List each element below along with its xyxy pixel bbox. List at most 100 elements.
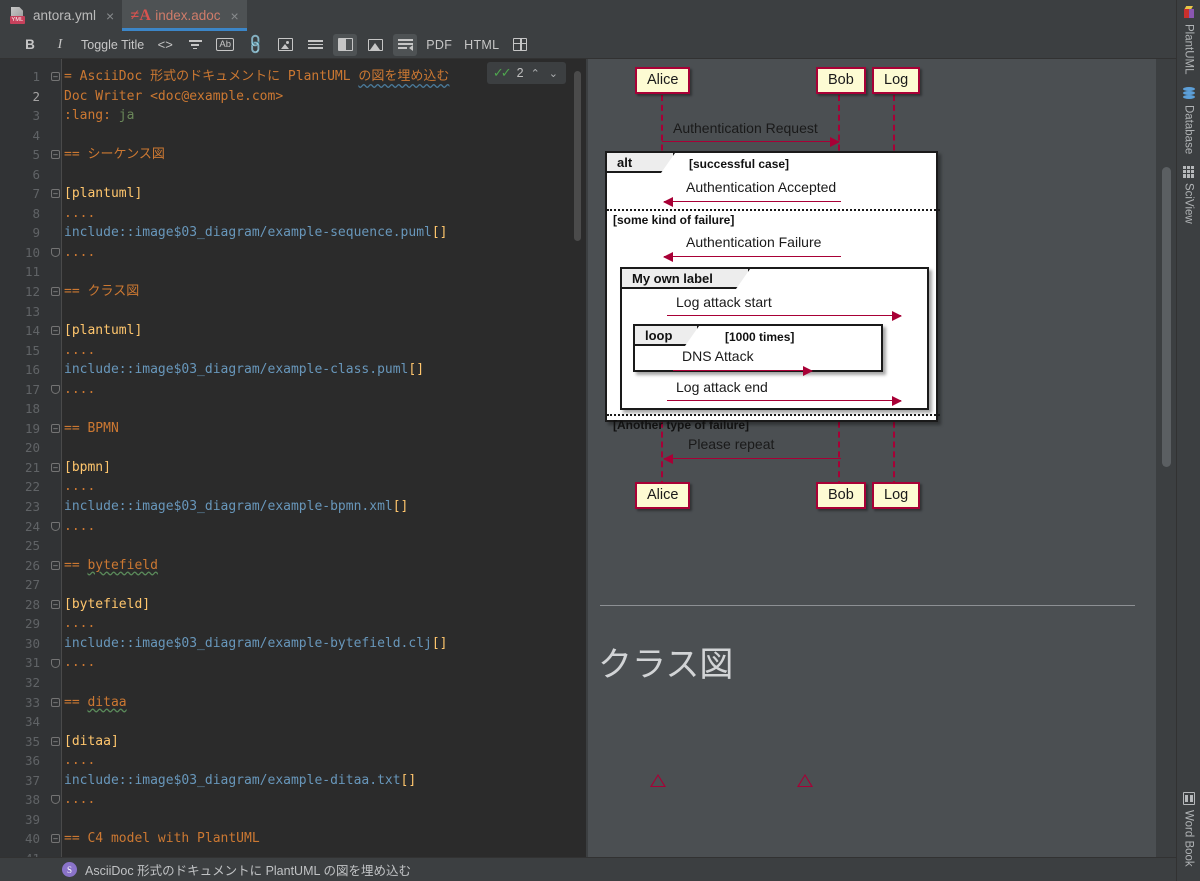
code-line[interactable] xyxy=(62,399,566,419)
actor-log-bottom: Log xyxy=(872,482,921,509)
close-icon[interactable]: × xyxy=(106,8,114,24)
code-line[interactable]: == bytefield xyxy=(62,556,566,576)
line-number: 12 xyxy=(24,284,40,300)
fold-toggle-icon[interactable]: – xyxy=(51,697,60,707)
sidebar-item-database[interactable]: Database xyxy=(1182,81,1195,160)
fold-toggle-icon[interactable]: – xyxy=(51,463,60,472)
fold-end-marker[interactable] xyxy=(51,247,60,257)
code-line[interactable]: [plantuml] xyxy=(62,184,566,204)
code-line[interactable] xyxy=(62,165,566,185)
code-line[interactable] xyxy=(62,438,566,458)
line-number: 4 xyxy=(32,127,40,143)
export-html-button[interactable]: HTML xyxy=(461,34,502,56)
code-line[interactable] xyxy=(62,126,566,146)
line-number: 23 xyxy=(24,499,40,515)
code-button[interactable]: <> xyxy=(153,34,177,56)
strikethrough-icon[interactable] xyxy=(183,34,207,56)
code-line[interactable]: .... xyxy=(62,517,566,537)
fold-toggle-icon[interactable]: – xyxy=(51,736,60,746)
code-line[interactable]: [bytefield] xyxy=(62,595,566,615)
fold-end-marker[interactable] xyxy=(51,658,60,668)
code-line[interactable]: .... xyxy=(62,751,566,771)
fold-toggle-icon[interactable]: – xyxy=(51,423,60,433)
code-line[interactable]: include::image$03_diagram/example-sequen… xyxy=(62,223,566,243)
code-line[interactable]: .... xyxy=(62,204,566,224)
code-text-area[interactable]: = AsciiDoc 形式のドキュメントに PlantUML の図を埋め込む Do… xyxy=(62,59,566,857)
code-line[interactable] xyxy=(62,536,566,556)
code-line[interactable]: .... xyxy=(62,477,566,497)
message-arrow-dns-attack xyxy=(673,366,813,376)
code-line[interactable] xyxy=(62,810,566,830)
code-token: .... xyxy=(64,655,96,671)
tab-index-adoc[interactable]: ≠A index.adoc × xyxy=(122,0,247,31)
code-line[interactable]: [bpmn] xyxy=(62,458,566,478)
code-line[interactable]: include::image$03_diagram/example-bytefi… xyxy=(62,634,566,654)
sidebar-item-sciview[interactable]: SciView xyxy=(1182,160,1195,230)
fold-toggle-icon[interactable]: – xyxy=(51,72,60,81)
ab-text-button[interactable]: Ab xyxy=(213,34,237,56)
image-reference-icon[interactable] xyxy=(273,34,297,56)
code-token: の図を埋め込む xyxy=(358,69,450,84)
link-icon[interactable]: 🔗 xyxy=(243,32,267,56)
inspection-widget[interactable]: ✓✓ 2 ⌃ ⌄ xyxy=(486,62,566,84)
code-line[interactable] xyxy=(62,712,566,732)
code-line[interactable] xyxy=(62,849,566,857)
code-line[interactable]: :lang: ja xyxy=(62,106,566,126)
code-line[interactable] xyxy=(62,575,566,595)
code-line[interactable]: include::image$03_diagram/example-bpmn.x… xyxy=(62,497,566,517)
actor-log-top: Log xyxy=(872,67,921,94)
chevron-up-icon[interactable]: ⌃ xyxy=(529,67,542,80)
code-line[interactable]: .... xyxy=(62,341,566,361)
code-line[interactable]: include::image$03_diagram/example-class.… xyxy=(62,360,566,380)
soft-wrap-toggle[interactable] xyxy=(393,33,418,56)
preview-image-icon[interactable] xyxy=(363,34,387,56)
code-line[interactable] xyxy=(62,302,566,322)
fold-end-marker[interactable] xyxy=(51,521,60,531)
code-line[interactable]: [ditaa] xyxy=(62,732,566,752)
chevron-down-icon[interactable]: ⌄ xyxy=(547,67,560,80)
code-line[interactable] xyxy=(62,262,566,282)
close-icon[interactable]: × xyxy=(231,8,239,24)
code-line[interactable]: Doc Writer <doc@example.com> xyxy=(62,87,566,107)
code-line[interactable]: == ditaa xyxy=(62,693,566,713)
fold-toggle-icon[interactable]: – xyxy=(51,599,60,609)
fold-toggle-icon[interactable]: – xyxy=(51,560,60,570)
fold-toggle-icon[interactable]: – xyxy=(51,834,60,844)
fold-toggle-icon[interactable]: – xyxy=(51,189,60,199)
tab-antora-yml[interactable]: YML antora.yml × xyxy=(0,0,122,31)
italic-button[interactable]: I xyxy=(48,34,72,56)
code-line[interactable]: .... xyxy=(62,614,566,634)
fold-end-marker[interactable] xyxy=(51,384,60,394)
split-view-toggle[interactable] xyxy=(333,33,358,56)
line-number: 34 xyxy=(24,714,40,730)
fold-toggle-icon[interactable]: – xyxy=(51,326,60,336)
preview-scrollbar-thumb[interactable] xyxy=(1162,167,1171,467)
message-label-please-repeat: Please repeat xyxy=(688,436,775,452)
message-arrow-please-repeat xyxy=(663,454,841,464)
list-icon[interactable] xyxy=(303,34,327,56)
toggle-title-button[interactable]: Toggle Title xyxy=(78,34,147,56)
code-editor[interactable]: 1 2 3 4 5 6 7 8 9 10 11 12 13 14 15 16 17 18 19 20 21 22 23 24 2… xyxy=(0,59,586,857)
preview-pane[interactable]: Alice Bob Log Authentication Request alt… xyxy=(588,59,1176,857)
fold-toggle-icon[interactable]: – xyxy=(51,150,60,160)
code-line[interactable]: .... xyxy=(62,790,566,810)
code-line[interactable]: .... xyxy=(62,653,566,673)
code-line[interactable]: == クラス図 xyxy=(62,282,566,302)
table-icon[interactable] xyxy=(508,34,532,56)
preview-scrollbar-track[interactable] xyxy=(1156,59,1176,857)
sidebar-item-word-book[interactable]: Word Book xyxy=(1182,786,1195,881)
code-token: :lang: xyxy=(64,108,119,124)
export-pdf-button[interactable]: PDF xyxy=(423,34,455,56)
code-line[interactable]: include::image$03_diagram/example-ditaa.… xyxy=(62,771,566,791)
code-line[interactable]: == BPMN xyxy=(62,419,566,439)
code-line[interactable]: [plantuml] xyxy=(62,321,566,341)
editor-scrollbar-thumb[interactable] xyxy=(574,71,581,241)
fold-toggle-icon[interactable]: – xyxy=(51,287,60,297)
code-line[interactable]: == シーケンス図 xyxy=(62,145,566,165)
code-line[interactable]: == C4 model with PlantUML xyxy=(62,829,566,849)
sidebar-item-plantuml[interactable]: PlantUML xyxy=(1182,0,1195,81)
bold-button[interactable]: B xyxy=(18,34,42,56)
code-line[interactable]: .... xyxy=(62,380,566,400)
code-line[interactable] xyxy=(62,673,566,693)
code-line[interactable]: .... xyxy=(62,243,566,263)
